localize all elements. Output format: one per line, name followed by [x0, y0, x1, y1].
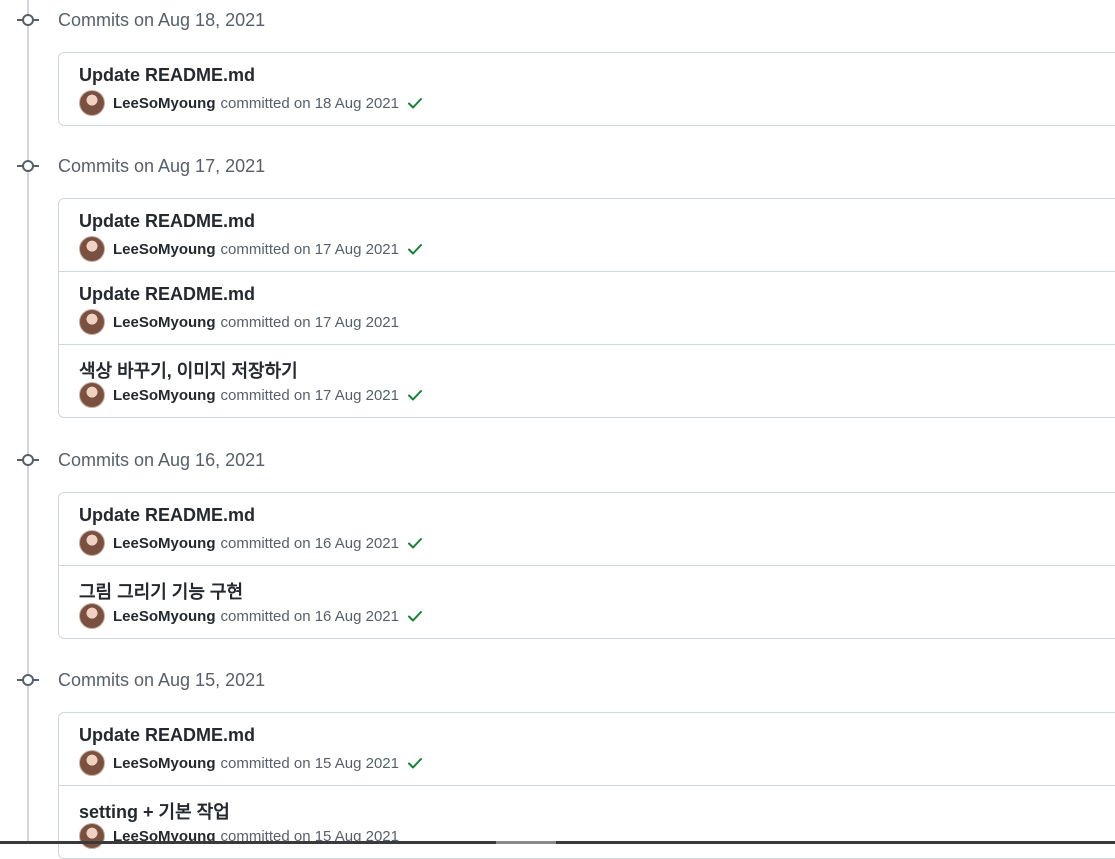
commit-meta: LeeSoMyoung committed on 15 Aug 2021: [79, 823, 399, 849]
commit-message-link[interactable]: 그림 그리기 기능 구현: [79, 578, 243, 604]
commit-row: Update README.md LeeSoMyoung committed on …: [59, 493, 1115, 565]
avatar[interactable]: [79, 823, 105, 849]
commit-group-header: Commits on Aug 18, 2021: [0, 0, 1115, 40]
author-link[interactable]: LeeSoMyoung: [113, 95, 216, 112]
commit-group: Commits on Aug 16, 2021 Update README.md L…: [0, 440, 1115, 639]
check-icon[interactable]: [407, 241, 423, 257]
commit-row: 색상 바꾸기, 이미지 저장하기 LeeSoMyoung committed on …: [59, 344, 1115, 417]
author-link[interactable]: LeeSoMyoung: [113, 314, 216, 331]
commit-group-date: Commits on Aug 15, 2021: [58, 669, 266, 690]
check-icon[interactable]: [407, 755, 423, 771]
commit-date-text: committed on 16 Aug 2021: [220, 607, 399, 625]
commit-meta: LeeSoMyoung committed on 18 Aug 2021: [79, 90, 423, 116]
commit-message-link[interactable]: setting + 기본 작업: [79, 798, 230, 824]
commit-date-text: committed on 16 Aug 2021: [220, 534, 399, 552]
author-link[interactable]: LeeSoMyoung: [113, 755, 216, 772]
commit-group: Commits on Aug 18, 2021 Update README.md L…: [0, 0, 1115, 126]
commit-message-link[interactable]: Update README.md: [79, 284, 255, 305]
avatar[interactable]: [79, 309, 105, 335]
commit-group-header: Commits on Aug 16, 2021: [0, 440, 1115, 480]
commit-group-date: Commits on Aug 18, 2021: [58, 9, 266, 30]
commit-group-date: Commits on Aug 17, 2021: [58, 155, 266, 176]
commit-list: Update README.md LeeSoMyoung committed on …: [58, 492, 1115, 639]
commit-group-header: Commits on Aug 17, 2021: [0, 146, 1115, 186]
commit-message-link[interactable]: Update README.md: [79, 725, 255, 746]
commit-date-text: committed on 18 Aug 2021: [220, 94, 399, 112]
commit-row: Update README.md LeeSoMyoung committed on …: [59, 713, 1115, 785]
avatar[interactable]: [79, 750, 105, 776]
git-commit-icon: [17, 674, 39, 686]
commit-meta: LeeSoMyoung committed on 16 Aug 2021: [79, 603, 423, 629]
commit-list: Update README.md LeeSoMyoung committed on …: [58, 198, 1115, 418]
commit-message-link[interactable]: Update README.md: [79, 505, 255, 526]
commit-group: Commits on Aug 17, 2021 Update README.md L…: [0, 146, 1115, 418]
commit-group: Commits on Aug 15, 2021 Update README.md L…: [0, 660, 1115, 859]
git-commit-icon: [17, 454, 39, 466]
commit-meta: LeeSoMyoung committed on 16 Aug 2021: [79, 530, 423, 556]
timeline-line: [27, 0, 29, 844]
commit-message-link[interactable]: Update README.md: [79, 65, 255, 86]
avatar[interactable]: [79, 90, 105, 116]
commit-message-link[interactable]: 색상 바꾸기, 이미지 저장하기: [79, 357, 298, 383]
commit-meta: LeeSoMyoung committed on 17 Aug 2021: [79, 236, 423, 262]
check-icon[interactable]: [407, 535, 423, 551]
commit-meta: LeeSoMyoung committed on 17 Aug 2021: [79, 382, 423, 408]
commit-row: Update README.md LeeSoMyoung committed on …: [59, 271, 1115, 344]
avatar[interactable]: [79, 603, 105, 629]
git-commit-icon: [17, 160, 39, 172]
commit-row: 그림 그리기 기능 구현 LeeSoMyoung committed on 16 A…: [59, 565, 1115, 638]
commit-group-header: Commits on Aug 15, 2021: [0, 660, 1115, 700]
avatar[interactable]: [79, 236, 105, 262]
avatar[interactable]: [79, 530, 105, 556]
git-commit-icon: [17, 14, 39, 26]
check-icon[interactable]: [407, 608, 423, 624]
commit-date-text: committed on 17 Aug 2021: [220, 313, 399, 331]
check-icon[interactable]: [407, 95, 423, 111]
author-link[interactable]: LeeSoMyoung: [113, 608, 216, 625]
avatar[interactable]: [79, 382, 105, 408]
commit-meta: LeeSoMyoung committed on 17 Aug 2021: [79, 309, 399, 335]
commit-message-link[interactable]: Update README.md: [79, 211, 255, 232]
commit-list: Update README.md LeeSoMyoung committed on …: [58, 52, 1115, 126]
commit-row: Update README.md LeeSoMyoung committed on …: [59, 53, 1115, 125]
author-link[interactable]: LeeSoMyoung: [113, 535, 216, 552]
commit-date-text: committed on 17 Aug 2021: [220, 240, 399, 258]
commit-group-date: Commits on Aug 16, 2021: [58, 449, 266, 470]
commit-date-text: committed on 15 Aug 2021: [220, 754, 399, 772]
commit-row: setting + 기본 작업 LeeSoMyoung committed on 1…: [59, 785, 1115, 858]
check-icon[interactable]: [407, 387, 423, 403]
author-link[interactable]: LeeSoMyoung: [113, 241, 216, 258]
commit-meta: LeeSoMyoung committed on 15 Aug 2021: [79, 750, 423, 776]
commit-date-text: committed on 17 Aug 2021: [220, 386, 399, 404]
author-link[interactable]: LeeSoMyoung: [113, 387, 216, 404]
commit-row: Update README.md LeeSoMyoung committed on …: [59, 199, 1115, 271]
commit-list: Update README.md LeeSoMyoung committed on …: [58, 712, 1115, 859]
